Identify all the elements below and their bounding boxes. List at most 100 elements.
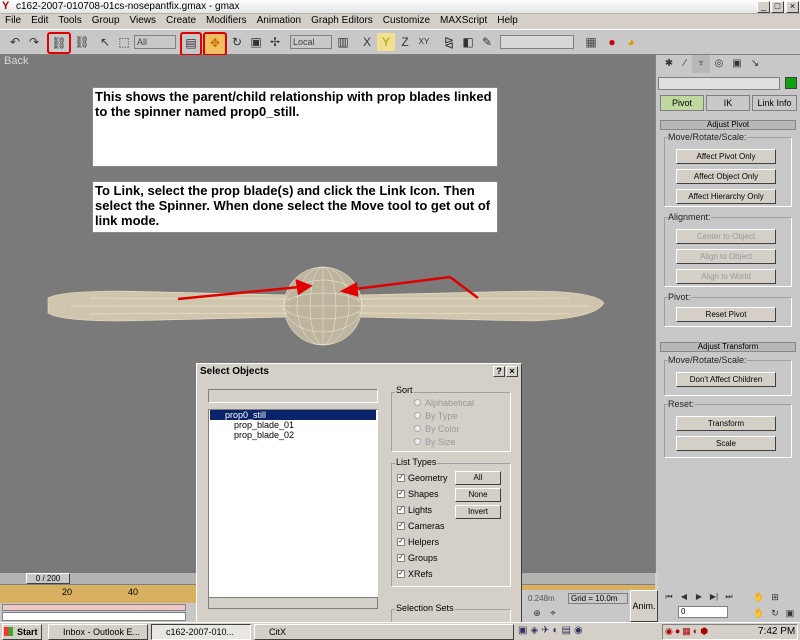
restrict-x-icon[interactable]: X: [358, 33, 376, 51]
maximize-button[interactable]: □: [771, 1, 784, 13]
mirror-icon[interactable]: ⧎: [440, 33, 458, 51]
maximize-viewport-icon[interactable]: ▣: [783, 606, 797, 620]
object-name-field[interactable]: [658, 77, 780, 90]
snap-icon[interactable]: ⌖: [546, 606, 560, 620]
use-pivot-icon[interactable]: ▥: [334, 33, 352, 51]
select-and-rotate-icon[interactable]: ↻: [228, 33, 246, 51]
sort-alphabetical-radio[interactable]: [414, 399, 421, 406]
sort-by-color-radio[interactable]: [414, 425, 421, 432]
xrefs-checkbox[interactable]: ✓: [397, 570, 405, 578]
align-icon[interactable]: ◧: [459, 33, 477, 51]
zoom-icon[interactable]: ✋: [752, 590, 766, 604]
named-sel-icon[interactable]: ✎: [478, 33, 496, 51]
menu-customize[interactable]: Customize: [378, 14, 435, 29]
pan-icon[interactable]: ✋: [752, 606, 766, 620]
motion-tab-icon[interactable]: ◎: [710, 55, 728, 73]
menu-graph-editors[interactable]: Graph Editors: [306, 14, 378, 29]
ref-coord-dropdown[interactable]: Local: [290, 35, 332, 49]
menu-tools[interactable]: Tools: [53, 14, 86, 29]
adjust-pivot-rollout[interactable]: Adjust Pivot: [660, 120, 796, 130]
lights-checkbox[interactable]: ✓: [397, 506, 405, 514]
play-icon[interactable]: ▶: [692, 590, 706, 604]
dialog-close-button[interactable]: ×: [506, 366, 518, 377]
list-scrollbar[interactable]: [208, 597, 378, 609]
affect-hierarchy-only-button[interactable]: Affect Hierarchy Only: [676, 189, 776, 204]
maxscript-listener-mini[interactable]: [2, 604, 186, 611]
center-to-object-button[interactable]: Center to Object: [676, 229, 776, 244]
helpers-checkbox[interactable]: ✓: [397, 538, 405, 546]
animate-button[interactable]: Anim.: [630, 590, 658, 622]
tab-pivot[interactable]: Pivot: [660, 95, 704, 111]
menu-views[interactable]: Views: [125, 14, 162, 29]
prev-frame-icon[interactable]: ◀: [677, 590, 691, 604]
all-button[interactable]: All: [455, 471, 501, 485]
named-selection-dropdown[interactable]: [500, 35, 574, 49]
select-region-icon[interactable]: ⬚: [115, 33, 133, 51]
adjust-transform-rollout[interactable]: Adjust Transform: [660, 342, 796, 352]
gmax-app-icon[interactable]: Y: [2, 1, 13, 12]
sort-by-size-radio[interactable]: [414, 438, 421, 445]
object-list[interactable]: prop0_still prop_blade_01 prop_blade_02: [208, 409, 378, 609]
menu-create[interactable]: Create: [161, 14, 201, 29]
reset-pivot-button[interactable]: Reset Pivot: [676, 307, 776, 322]
next-frame-icon[interactable]: ▶|: [707, 590, 721, 604]
time-slider-thumb[interactable]: 0 / 200: [26, 573, 70, 584]
select-and-move-icon[interactable]: ✥: [203, 32, 227, 56]
menu-edit[interactable]: Edit: [26, 14, 53, 29]
redo-icon[interactable]: ↷: [25, 33, 43, 51]
task-gmax[interactable]: c162-2007-010...: [151, 624, 251, 640]
list-item-prop0-still[interactable]: prop0_still: [210, 410, 376, 420]
menu-modifiers[interactable]: Modifiers: [201, 14, 252, 29]
invert-button[interactable]: Invert: [455, 505, 501, 519]
minimize-button[interactable]: _: [757, 1, 770, 13]
sort-by-type-radio[interactable]: [414, 412, 421, 419]
quick-launch-icons[interactable]: ▣◈✈◐▤◉: [518, 625, 658, 639]
prompt-line[interactable]: [2, 612, 186, 621]
align-to-object-button[interactable]: Align to Object: [676, 249, 776, 264]
zoom-all-icon[interactable]: ⊞: [768, 590, 782, 604]
tab-ik[interactable]: IK: [706, 95, 750, 111]
restrict-xy-icon[interactable]: XY: [415, 33, 433, 51]
affect-pivot-only-button[interactable]: Affect Pivot Only: [676, 149, 776, 164]
arc-rotate-icon[interactable]: ↻: [768, 606, 782, 620]
select-and-scale-icon[interactable]: ▣: [247, 33, 265, 51]
scale-button[interactable]: Scale: [676, 436, 776, 451]
shapes-checkbox[interactable]: ✓: [397, 490, 405, 498]
render-icon[interactable]: ●: [603, 33, 621, 51]
task-citx[interactable]: CitX: [254, 624, 514, 640]
menu-group[interactable]: Group: [87, 14, 125, 29]
none-button[interactable]: None: [455, 488, 501, 502]
hierarchy-tab-icon[interactable]: ♆: [692, 55, 710, 73]
quick-render-icon[interactable]: ◕: [622, 33, 640, 51]
groups-checkbox[interactable]: ✓: [397, 554, 405, 562]
display-tab-icon[interactable]: ▣: [728, 55, 746, 73]
pivot-center-icon[interactable]: ✢: [266, 33, 284, 51]
select-object-icon[interactable]: ↖: [96, 33, 114, 51]
menu-file[interactable]: File: [0, 14, 26, 29]
frame-spinner[interactable]: 0: [678, 606, 728, 618]
material-editor-icon[interactable]: ▦: [582, 33, 600, 51]
go-to-end-icon[interactable]: ⏭: [722, 590, 736, 604]
transform-button[interactable]: Transform: [676, 416, 776, 431]
dialog-help-button[interactable]: ?: [493, 366, 505, 377]
restrict-y-icon[interactable]: Y: [377, 33, 395, 51]
menu-animation[interactable]: Animation: [252, 14, 306, 29]
geometry-checkbox[interactable]: ✓: [397, 474, 405, 482]
unlink-icon[interactable]: ⛓: [73, 33, 91, 51]
affect-object-only-button[interactable]: Affect Object Only: [676, 169, 776, 184]
name-filter-input[interactable]: [208, 389, 378, 403]
menu-help[interactable]: Help: [492, 14, 523, 29]
object-color-swatch[interactable]: [785, 77, 797, 89]
utilities-tab-icon[interactable]: ↘: [746, 55, 764, 73]
cameras-checkbox[interactable]: ✓: [397, 522, 405, 530]
go-to-start-icon[interactable]: ⏮: [662, 590, 676, 604]
lock-icon[interactable]: ⊕: [530, 606, 544, 620]
close-button[interactable]: ×: [786, 1, 799, 13]
list-item-prop-blade-01[interactable]: prop_blade_01: [234, 420, 294, 430]
tray-icons[interactable]: ◉●▦◐⬢: [665, 626, 710, 637]
restrict-z-icon[interactable]: Z: [396, 33, 414, 51]
align-to-world-button[interactable]: Align to World: [676, 269, 776, 284]
select-and-link-icon[interactable]: ⛓: [47, 32, 71, 54]
task-outlook[interactable]: Inbox - Outlook E...: [48, 624, 148, 640]
dont-affect-children-button[interactable]: Don't Affect Children: [676, 372, 776, 387]
